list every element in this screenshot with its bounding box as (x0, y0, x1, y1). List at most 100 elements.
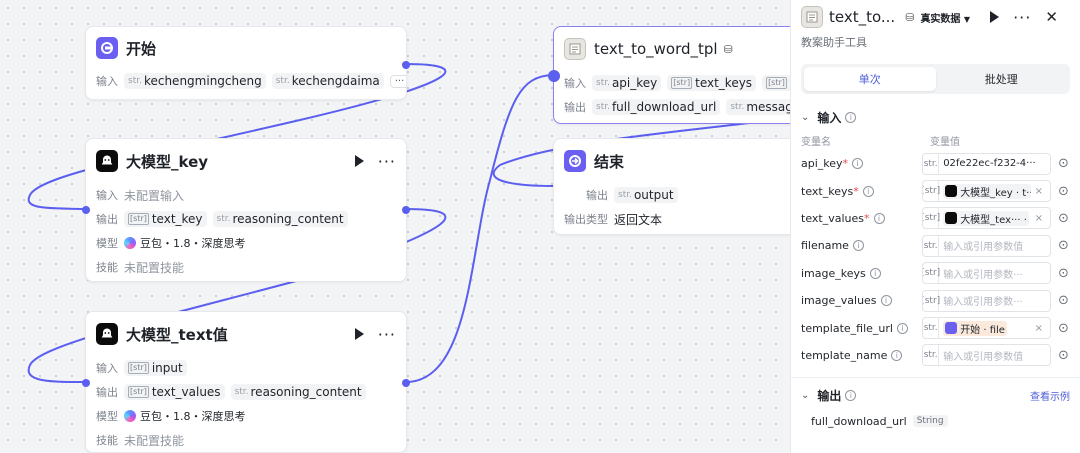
tool-icon (801, 6, 823, 28)
info-icon: i (869, 267, 881, 279)
llm-text-input-port[interactable] (82, 379, 90, 387)
reference-variable-icon[interactable]: ⊙ (1057, 293, 1070, 308)
param-type-label: str. (923, 153, 940, 174)
tool-input-port[interactable] (548, 70, 560, 82)
reference-variable-icon[interactable]: ⊙ (1057, 266, 1070, 281)
param-type-label: str. (923, 318, 940, 339)
param-type-label: str. (923, 235, 940, 256)
llm-icon (96, 150, 118, 172)
param-type-label: [str] (923, 290, 940, 311)
reference-variable-icon[interactable]: ⊙ (1057, 321, 1070, 336)
tool-node[interactable]: text_to_word_tpl ⛁ 输入 str. api_key [str] t… (548, 26, 803, 124)
reference-chip[interactable]: 开始 · file (943, 320, 1007, 336)
output-section-header[interactable]: ⌄ 输出 i 查看示例 (791, 382, 1080, 408)
llm-text-output-2: str. reasoning_content (230, 384, 366, 400)
llm-key-output-port[interactable] (402, 206, 410, 214)
param-value-input[interactable]: str. 02fe22ec-f232-4··· (922, 152, 1051, 175)
param-value-input[interactable]: [str] 输入或引用参数··· (922, 262, 1051, 285)
start-more-button[interactable]: ··· (389, 74, 406, 88)
info-icon: i (845, 111, 857, 123)
param-type-label: [str] (923, 208, 940, 229)
param-row-filename: filename i str. 输入或引用参数值 ⊙ (791, 232, 1080, 259)
reference-chip[interactable]: 大模型_tex··· · (943, 210, 1029, 226)
tab-batch[interactable]: 批处理 (936, 67, 1068, 91)
info-icon: i (896, 322, 908, 334)
start-node[interactable]: 开始 输入 str. kechengmingcheng str. kechengda… (85, 26, 410, 100)
llm-text-model-value: 豆包・1.8・深度思考 (140, 410, 246, 423)
llm-key-output-label: 输出 (96, 213, 118, 226)
llm-text-title: 大模型_text值 (126, 325, 228, 344)
param-name: image_values i (801, 294, 922, 307)
llm-text-model-label: 模型 (96, 410, 118, 423)
param-value-input[interactable]: str. 开始 · file × (922, 317, 1051, 340)
param-value-input[interactable]: [str] 大模型_tex··· · × (922, 207, 1051, 230)
param-row-template-file-url: template_file_url i str. 开始 · file × ⊙ (791, 314, 1080, 341)
input-section-header[interactable]: ⌄ 输入 i (791, 104, 1080, 130)
param-value-input[interactable]: [str] 输入或引用参数··· (922, 289, 1051, 312)
reference-variable-icon[interactable]: ⊙ (1057, 348, 1070, 363)
remove-reference-icon[interactable]: × (1035, 213, 1046, 224)
param-type-label: [str] (923, 263, 940, 284)
start-param-1: str. kechengmingcheng (124, 73, 266, 89)
reference-variable-icon[interactable]: ⊙ (1057, 238, 1070, 253)
reference-variable-icon[interactable]: ⊙ (1057, 156, 1070, 171)
llm-key-skill-value: 未配置技能 (124, 260, 185, 275)
tool-input-label: 输入 (564, 77, 586, 90)
tab-single[interactable]: 单次 (804, 67, 936, 91)
doubao-logo-icon (124, 237, 136, 249)
run-node-icon[interactable] (354, 155, 364, 167)
info-icon: i (891, 349, 903, 361)
reference-chip[interactable]: 大模型_key · t··· (943, 183, 1032, 199)
section-divider (791, 377, 1080, 379)
llm-key-input-value: 未配置输入 (124, 188, 185, 203)
remove-reference-icon[interactable]: × (1035, 186, 1046, 197)
node-config-panel: text_to... ⛁ 真实数据 ▼ ··· ✕ 教案助手工具 单次 批处理 … (790, 0, 1080, 453)
llm-key-output-1: [str] text_key (124, 211, 207, 227)
remove-reference-icon[interactable]: × (1035, 323, 1046, 334)
more-options-icon[interactable]: ··· (378, 152, 396, 171)
panel-subtitle: 教案助手工具 (801, 36, 867, 49)
run-node-icon[interactable] (990, 11, 1000, 23)
start-node-title: 开始 (126, 39, 157, 58)
plugin-badge-icon: ⛁ (723, 42, 733, 56)
chevron-down-icon: ▼ (963, 14, 971, 24)
llm-key-model-label: 模型 (96, 237, 118, 250)
start-output-port[interactable] (402, 61, 410, 69)
param-value-input[interactable]: [str] 大模型_key · t··· × (922, 180, 1051, 203)
run-node-icon[interactable] (354, 328, 364, 340)
plugin-badge-icon: ⛁ (905, 10, 915, 24)
data-mode-select[interactable]: 真实数据 ▼ (920, 10, 970, 25)
reference-variable-icon[interactable]: ⊙ (1057, 211, 1070, 226)
tool-input-2: [str] text_keys (667, 75, 757, 91)
param-value-input[interactable]: str. 输入或引用参数值 (922, 234, 1051, 257)
panel-title[interactable]: text_to... (829, 8, 895, 26)
tool-output-label: 输出 (564, 101, 586, 114)
param-value-input[interactable]: str. 输入或引用参数值 (922, 344, 1051, 367)
param-row-text-values: text_values * i [str] 大模型_tex··· · × ⊙ (791, 205, 1080, 232)
end-return-type-value: 返回文本 (614, 212, 663, 227)
more-options-icon[interactable]: ··· (378, 325, 396, 344)
param-value-text: 输入或引用参数值 (943, 242, 1024, 254)
info-icon: i (880, 295, 892, 307)
end-node[interactable]: 结束 输出 str. output 输出类型 返回文本 (553, 138, 803, 235)
llm-key-node[interactable]: 大模型_key ··· 输入 未配置输入 输出 [str] text_key st… (82, 138, 410, 282)
llm-text-input-label: 输入 (96, 362, 118, 375)
end-return-type-label: 输出类型 (564, 213, 608, 226)
llm-icon (945, 185, 958, 198)
param-name: text_keys * i (801, 185, 922, 198)
llm-text-output-port[interactable] (402, 379, 410, 387)
param-column-headers: 变量名 变量值 (791, 130, 1080, 150)
param-name: image_keys i (801, 267, 922, 280)
llm-key-input-port[interactable] (82, 206, 90, 214)
info-icon: i (862, 185, 874, 197)
llm-key-skill-label: 技能 (96, 261, 118, 274)
llm-text-output-label: 输出 (96, 386, 118, 399)
close-icon[interactable]: ✕ (1045, 8, 1058, 26)
view-example-link[interactable]: 查看示例 (1030, 388, 1070, 403)
more-options-icon[interactable]: ··· (1013, 8, 1031, 27)
param-row-template-name: template_name i str. 输入或引用参数值 ⊙ (791, 342, 1080, 369)
doubao-logo-icon (124, 410, 136, 422)
mode-tabs: 单次 批处理 (801, 64, 1070, 94)
reference-variable-icon[interactable]: ⊙ (1057, 184, 1070, 199)
llm-text-node[interactable]: 大模型_text值 ··· 输入 [str] input 输出 [str] text… (82, 311, 410, 453)
